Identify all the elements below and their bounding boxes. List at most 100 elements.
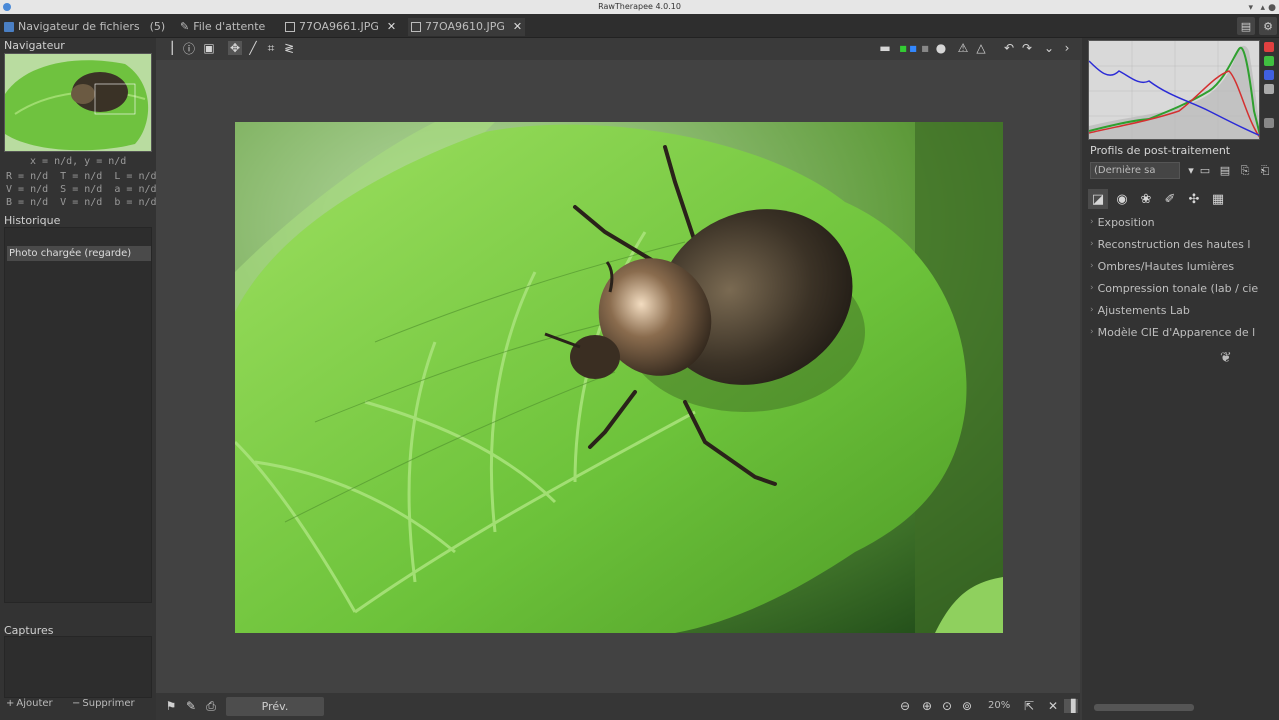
plus-icon: +	[6, 698, 15, 709]
shadow-clip-icon[interactable]: ⚠	[956, 41, 970, 55]
before-after-icon[interactable]: ▣	[202, 41, 216, 55]
histogram-blue-toggle[interactable]	[1264, 70, 1274, 80]
pp-paste-icon[interactable]: ⎗	[1256, 162, 1274, 179]
tool-shadows-highlights[interactable]: › Ombres/Hautes lumières	[1090, 257, 1278, 275]
tool-label: Modèle CIE d'Apparence de l	[1097, 325, 1256, 339]
tab-exposure-tools[interactable]: ◪	[1088, 189, 1108, 209]
zoom-level: 20%	[988, 700, 1011, 711]
tab-metadata-tools[interactable]: ▦	[1208, 189, 1228, 209]
layout-toggle-icon[interactable]: ▤	[1237, 17, 1255, 35]
preferences-icon[interactable]: ⚙	[1259, 17, 1277, 35]
navigator-title: Navigateur	[4, 39, 65, 52]
history-list[interactable]: Photo chargée (regarde)	[4, 227, 152, 603]
edit-icon[interactable]: ✎	[184, 699, 198, 713]
tab-image-2[interactable]: 77OA9610.JPG ✕	[408, 18, 526, 36]
expand-icon: ›	[1090, 283, 1094, 293]
remove-snapshot-button[interactable]: − Supprimer	[72, 696, 135, 711]
tool-label: Reconstruction des hautes l	[1097, 237, 1251, 251]
window-titlebar: RawTherapee 4.0.10 ▾ ▴ ●	[0, 0, 1279, 14]
photo-preview[interactable]	[235, 122, 1003, 633]
highlight-clip-icon[interactable]: △	[974, 41, 988, 55]
expand-icon: ›	[1090, 305, 1094, 315]
pp-profile-select[interactable]: (Dernière sa	[1090, 162, 1180, 179]
zoom-out-icon[interactable]: ⊖	[898, 699, 912, 713]
maximize-icon[interactable]: ▴	[1260, 1, 1265, 15]
flip-horizontal-icon[interactable]: ›	[1060, 41, 1074, 55]
histogram-red-toggle[interactable]	[1264, 42, 1274, 52]
tool-ciecam[interactable]: › Modèle CIE d'Apparence de l	[1090, 323, 1278, 341]
info-line-1: R = n/d T = n/d L = n/d	[6, 171, 157, 182]
image-icon	[411, 22, 421, 32]
app-icon	[3, 3, 11, 11]
pp-profiles-title: Profils de post-traitement	[1090, 144, 1231, 157]
coords-readout: x = n/d, y = n/d	[30, 156, 127, 167]
history-item[interactable]: Photo chargée (regarde)	[7, 246, 151, 261]
zoom-in-icon[interactable]: ⊕	[920, 699, 934, 713]
fullscreen-icon[interactable]: ✕	[1046, 699, 1060, 713]
window-title: RawTherapee 4.0.10	[598, 2, 681, 11]
close-tab-icon[interactable]: ✕	[513, 18, 522, 36]
tab-label: 77OA9661.JPG	[299, 20, 379, 33]
tab-image-1[interactable]: 77OA9661.JPG ✕	[285, 18, 396, 36]
tab-queue[interactable]: ✎ File d'attente	[180, 18, 265, 36]
panel-scrollbar[interactable]	[1094, 704, 1194, 711]
hide-right-panel-icon[interactable]: ▐	[1064, 699, 1078, 713]
histogram-raw-toggle[interactable]	[1264, 118, 1274, 128]
captures-list[interactable]	[4, 636, 152, 698]
right-panel: Profils de post-traitement (Dernière sa …	[1082, 38, 1279, 720]
pp-open-icon[interactable]: ▭	[1196, 162, 1214, 179]
hide-left-panel-icon[interactable]: ▕	[161, 41, 175, 55]
pp-copy-icon[interactable]: ⎘	[1236, 162, 1254, 179]
tool-exposure[interactable]: › Exposition	[1090, 213, 1278, 231]
focus-mask-icon[interactable]: ●	[934, 41, 948, 55]
tab-label: 77OA9610.JPG	[425, 20, 505, 33]
rotate-left-icon[interactable]: ↶	[1002, 41, 1016, 55]
preview-button[interactable]: Prév.	[226, 697, 324, 716]
output-icon[interactable]: ⎙	[204, 699, 218, 713]
channel-lum-icon[interactable]: ■	[918, 41, 932, 55]
histogram[interactable]	[1088, 40, 1260, 140]
tool-lab-adjustments[interactable]: › Ajustements Lab	[1090, 301, 1278, 319]
tool-highlight-reconstruction[interactable]: › Reconstruction des hautes l	[1090, 235, 1278, 253]
minimize-icon[interactable]: ▾	[1248, 1, 1253, 15]
expand-icon: ›	[1090, 261, 1094, 271]
close-window-icon[interactable]: ●	[1268, 1, 1276, 15]
zoom-100-icon[interactable]: ⊚	[960, 699, 974, 713]
hand-tool-icon[interactable]: ✥	[228, 41, 242, 55]
remove-label: Supprimer	[82, 698, 135, 709]
tab-color-tools[interactable]: ❀	[1136, 189, 1156, 209]
color-profile-icon[interactable]: ⚑	[164, 699, 178, 713]
zoom-fit-icon[interactable]: ⊙	[940, 699, 954, 713]
tab-transform-tools[interactable]: ✐	[1160, 189, 1180, 209]
add-label: Ajouter	[16, 698, 53, 709]
background-color-icon[interactable]: ▬	[878, 41, 892, 55]
tool-label: Compression tonale (lab / cie	[1097, 281, 1259, 295]
info-line-2: V = n/d S = n/d a = n/d	[6, 184, 157, 195]
tab-bar: Navigateur de fichiers (5) ✎ File d'atte…	[0, 14, 1279, 38]
close-tab-icon[interactable]: ✕	[387, 18, 396, 36]
crop-icon[interactable]: ⌗	[264, 41, 278, 55]
rotate-right-icon[interactable]: ↷	[1020, 41, 1034, 55]
tool-tone-mapping[interactable]: › Compression tonale (lab / cie	[1090, 279, 1278, 297]
expand-icon: ›	[1090, 327, 1094, 337]
tab-count: (5)	[149, 20, 166, 33]
straighten-icon[interactable]: ≷	[282, 41, 296, 55]
navigator-thumbnail[interactable]	[4, 53, 152, 152]
tab-label: Navigateur de fichiers	[18, 20, 140, 33]
history-title: Historique	[4, 214, 61, 227]
info-icon[interactable]: ⓘ	[182, 41, 196, 56]
tab-file-browser[interactable]: Navigateur de fichiers (5)	[4, 18, 165, 36]
white-balance-picker-icon[interactable]: ╱	[246, 41, 260, 55]
minus-icon: −	[72, 698, 81, 709]
histogram-green-toggle[interactable]	[1264, 56, 1274, 66]
new-window-icon[interactable]: ⇱	[1022, 699, 1036, 713]
tab-detail-tools[interactable]: ◉	[1112, 189, 1132, 209]
add-snapshot-button[interactable]: + Ajouter	[6, 696, 53, 711]
image-canvas[interactable]	[156, 60, 1080, 693]
pp-save-icon[interactable]: ▤	[1216, 162, 1234, 179]
tool-label: Ombres/Hautes lumières	[1097, 259, 1235, 273]
flip-vertical-icon[interactable]: ⌄	[1042, 41, 1056, 55]
tab-raw-tools[interactable]: ✣	[1184, 189, 1204, 209]
histogram-luminance-toggle[interactable]	[1264, 84, 1274, 94]
tool-label: Exposition	[1097, 215, 1155, 229]
